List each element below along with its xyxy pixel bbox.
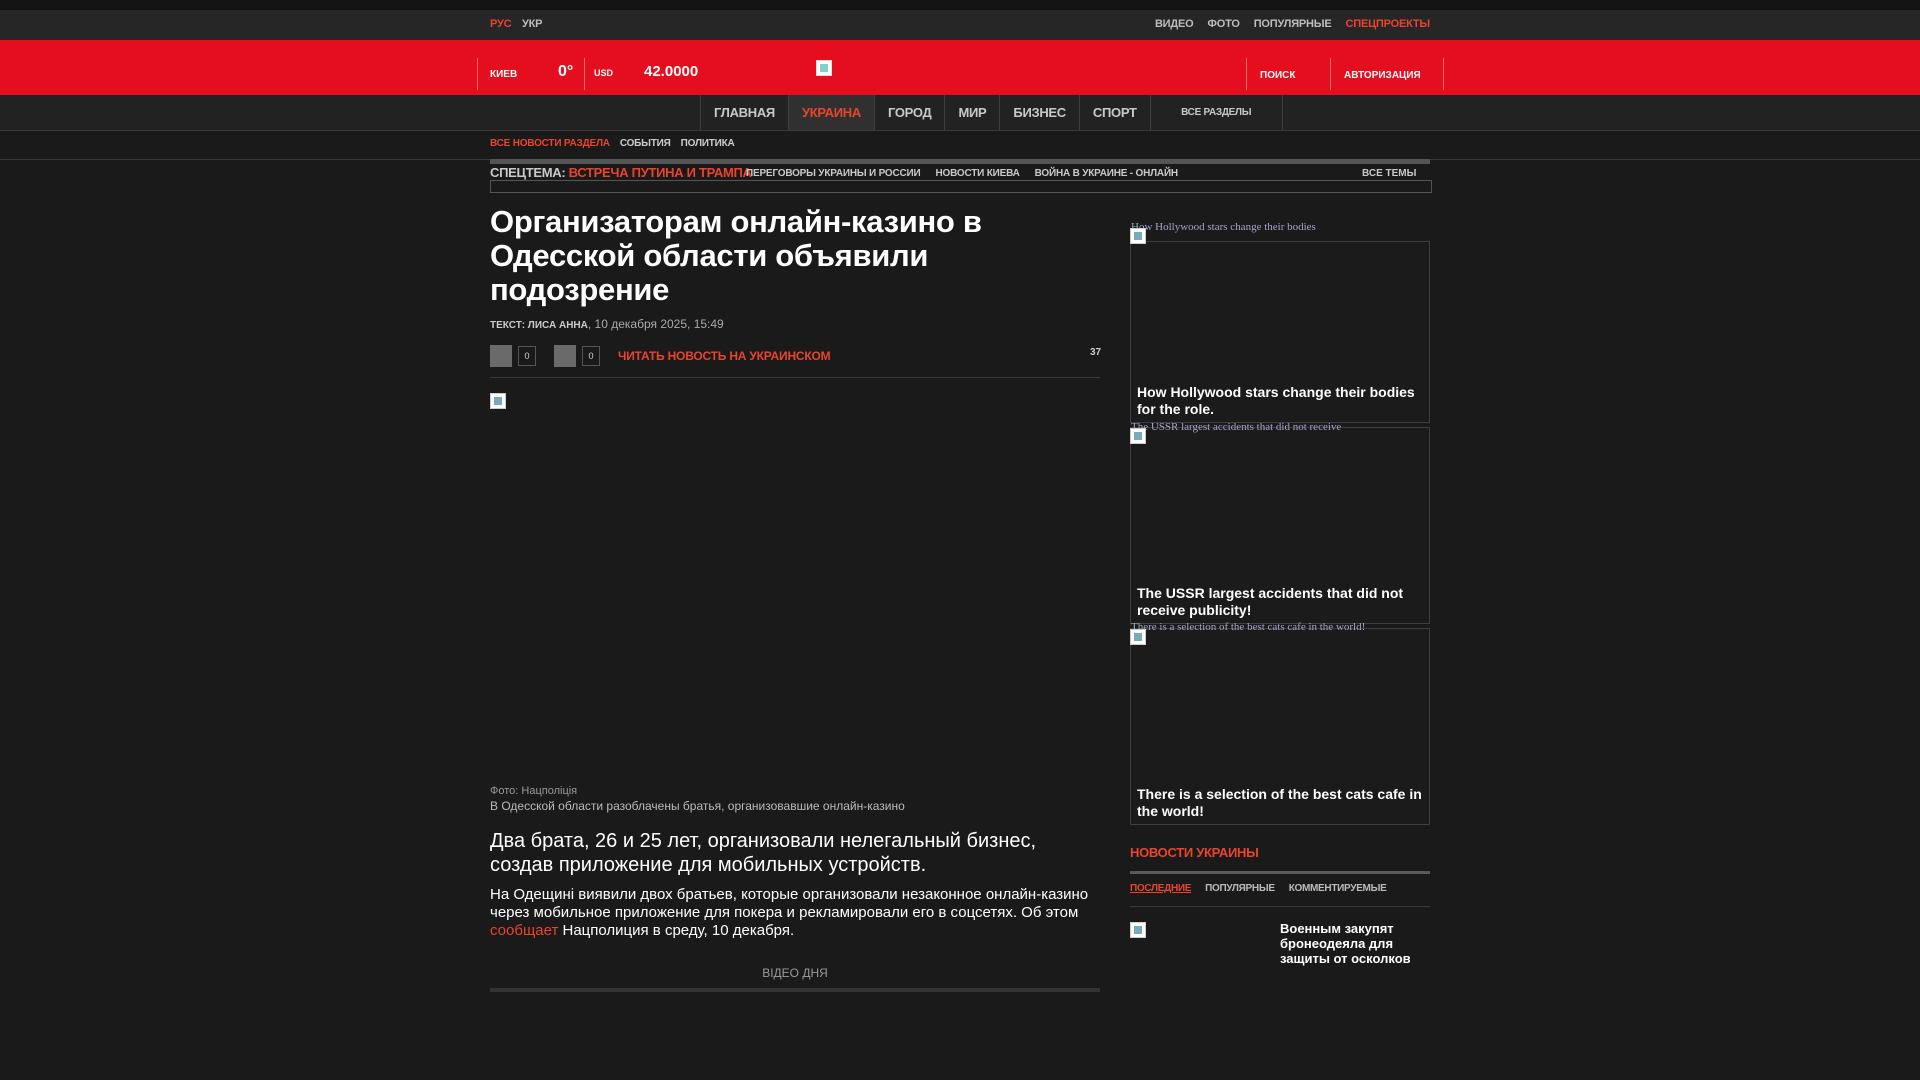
topic-link-war-online[interactable]: ВОЙНА В УКРАИНЕ - ОНЛАЙН [1035, 168, 1179, 179]
read-in-ukrainian-link[interactable]: ЧИТАТЬ НОВОСТЬ НА УКРАИНСКОМ [618, 349, 831, 363]
share-row: 0 0 ЧИТАТЬ НОВОСТЬ НА УКРАИНСКОМ [490, 345, 831, 367]
promo-card-image-alt: There is a selection of the best cats ca… [1131, 621, 1366, 633]
search-button[interactable]: ПОИСК [1260, 70, 1295, 81]
video-of-day-label: ВІДЕО ДНЯ [762, 966, 828, 980]
photo-credit: Фото: Нацполіція [490, 785, 578, 797]
divider [490, 377, 1100, 378]
top-link-special-projects[interactable]: СПЕЦПРОЕКТЫ [1346, 18, 1431, 30]
special-topic-label: СПЕЦТЕМА: [490, 165, 566, 180]
nav-item-ukraine[interactable]: УКРАИНА [787, 95, 874, 130]
source-link[interactable]: сообщает [490, 922, 558, 939]
special-topic-frame [490, 180, 1432, 193]
top-strip [0, 0, 1920, 10]
facebook-share-icon[interactable] [490, 345, 512, 367]
lang-rus-link[interactable]: РУС [490, 18, 512, 30]
section-subnav: ВСЕ НОВОСТИ РАЗДЕЛА СОБЫТИЯ ПОЛИТИКА [490, 138, 735, 149]
special-topic-bar [490, 159, 1430, 164]
nav-item-city[interactable]: ГОРОД [873, 95, 945, 130]
top-bar [0, 10, 1920, 40]
article-meta: ТЕКСТ: ЛИСА АННА, 10 декабря 2025, 15:49 [490, 317, 724, 331]
article-title: Организаторам онлайн-казино в Одесской о… [490, 204, 982, 307]
view-count: 37 [1090, 347, 1102, 358]
special-topic-links: ПЕРЕГОВОРЫ УКРАИНЫ И РОССИИ НОВОСТИ КИЕВ… [746, 168, 1178, 179]
divider [1130, 906, 1430, 907]
ukraine-news-heading[interactable]: НОВОСТИ УКРАИНЫ [1130, 845, 1259, 860]
site-logo-icon[interactable] [816, 60, 832, 76]
subnav-all-news[interactable]: ВСЕ НОВОСТИ РАЗДЕЛА [490, 138, 610, 149]
video-of-day-bar [490, 988, 1100, 992]
header-divider [1246, 58, 1247, 90]
nav-item-main[interactable]: ГЛАВНАЯ [700, 95, 788, 130]
subnav-events[interactable]: СОБЫТИЯ [620, 138, 671, 149]
subnav-politics[interactable]: ПОЛИТИКА [681, 138, 735, 149]
header-divider [477, 58, 478, 90]
article-author[interactable]: ТЕКСТ: ЛИСА АННА [490, 320, 588, 331]
divider [1130, 871, 1430, 874]
lang-ukr-link[interactable]: УКР [522, 18, 542, 30]
news-item-title[interactable]: Военным закупят бронеодеяла для защиты о… [1280, 921, 1430, 966]
all-topics-link[interactable]: ВСЕ ТЕМЫ [1362, 168, 1416, 179]
header-divider [584, 58, 585, 90]
top-link-popular[interactable]: ПОПУЛЯРНЫЕ [1254, 18, 1332, 30]
article-body: На Одещині виявили двох братьев, которые… [490, 886, 1089, 939]
tab-commented[interactable]: КОММЕНТИРУЕМЫЕ [1289, 883, 1387, 894]
news-tabs: ПОСЛЕДНИЕ ПОПУЛЯРНЫЕ КОММЕНТИРУЕМЫЕ [1130, 883, 1387, 894]
site-header [0, 40, 1920, 95]
tab-latest[interactable]: ПОСЛЕДНИЕ [1130, 883, 1191, 894]
promo-card-title[interactable]: The USSR largest accidents that did not … [1137, 585, 1427, 619]
special-topic: СПЕЦТЕМА: ВСТРЕЧА ПУТИНА И ТРАМПА [490, 165, 752, 180]
promo-card-title[interactable]: There is a selection of the best cats ca… [1137, 786, 1427, 820]
promo-card-image-icon [1130, 629, 1146, 645]
article-date: 10 декабря 2025, 15:49 [594, 317, 724, 331]
article-image-icon [490, 393, 506, 409]
top-link-video[interactable]: ВИДЕО [1155, 18, 1194, 30]
news-item-image-icon[interactable] [1130, 922, 1146, 938]
promo-card-title[interactable]: How Hollywood stars change their bodies … [1137, 384, 1427, 418]
main-nav: ГЛАВНАЯ УКРАИНА ГОРОД МИР БИЗНЕС СПОРТ В… [700, 95, 1283, 130]
share-count: 0 [518, 346, 536, 366]
nav-item-all-sections[interactable]: ВСЕ РАЗДЕЛЫ [1149, 95, 1283, 130]
weather-city: КИЕВ [490, 69, 518, 80]
top-link-photo[interactable]: ФОТО [1208, 18, 1240, 30]
twitter-share-icon[interactable] [554, 345, 576, 367]
top-links: ВИДЕО ФОТО ПОПУЛЯРНЫЕ СПЕЦПРОЕКТЫ [1155, 18, 1430, 30]
promo-card-image-alt: The USSR largest accidents that did not … [1131, 421, 1342, 433]
topic-link-kyiv-news[interactable]: НОВОСТИ КИЕВА [936, 168, 1020, 179]
header-divider [1443, 58, 1444, 90]
article-lead: Два брата, 26 и 25 лет, организовали нел… [490, 830, 1037, 876]
login-button[interactable]: АВТОРИЗАЦИЯ [1344, 70, 1421, 81]
nav-item-business[interactable]: БИЗНЕС [999, 95, 1078, 130]
share-count: 0 [582, 346, 600, 366]
topic-link-negotiations[interactable]: ПЕРЕГОВОРЫ УКРАИНЫ И РОССИИ [746, 168, 921, 179]
promo-card-image-icon [1130, 428, 1146, 444]
tab-popular[interactable]: ПОПУЛЯРНЫЕ [1205, 883, 1275, 894]
currency-label: USD [594, 68, 614, 78]
photo-caption: В Одесской области разоблачены братья, о… [490, 799, 905, 813]
promo-card-image-alt: How Hollywood stars change their bodies [1131, 221, 1316, 233]
header-divider [1330, 58, 1331, 90]
special-topic-link[interactable]: ВСТРЕЧА ПУТИНА И ТРАМПА [569, 165, 752, 180]
currency-rate: 42.0000 [644, 63, 699, 80]
promo-card-image-icon [1130, 228, 1146, 244]
weather-temperature: 0° [558, 63, 574, 80]
nav-item-world[interactable]: МИР [944, 95, 999, 130]
nav-item-sport[interactable]: СПОРТ [1078, 95, 1150, 130]
